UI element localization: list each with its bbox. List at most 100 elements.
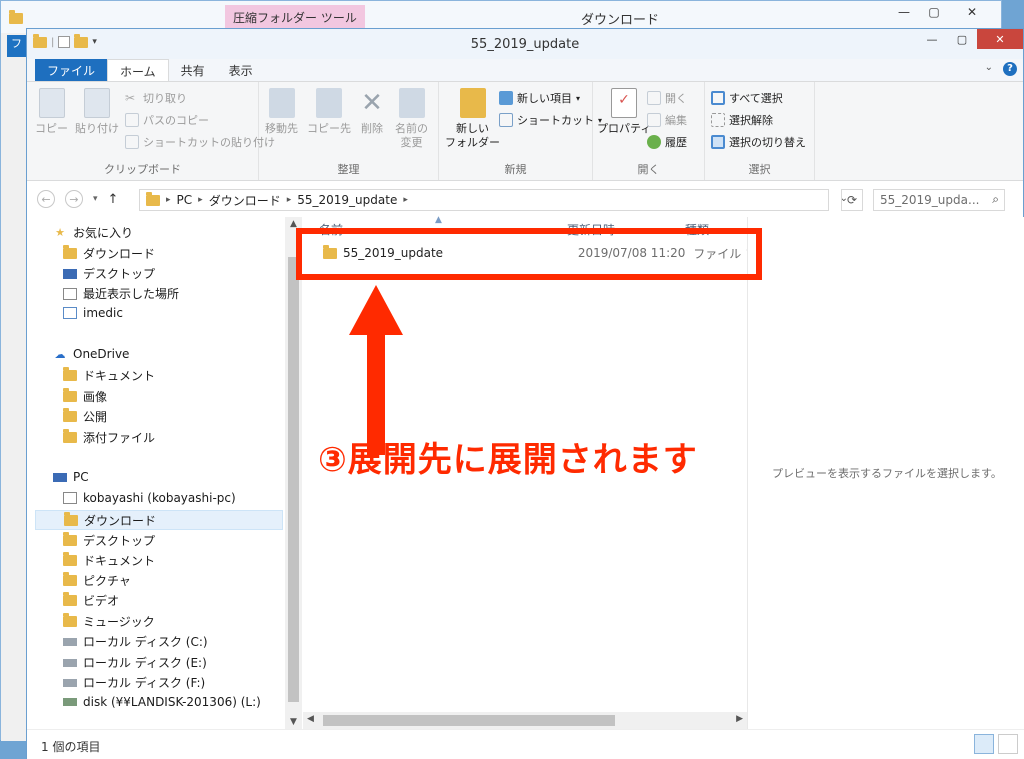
- nav-pc-pictures[interactable]: ピクチャ: [63, 572, 131, 589]
- path-icon: [125, 113, 139, 127]
- nav-fav-downloads[interactable]: ダウンロード: [63, 245, 155, 262]
- close-icon[interactable]: ✕: [949, 5, 995, 19]
- maximize-icon[interactable]: ▢: [919, 5, 949, 19]
- nav-scrollbar[interactable]: ▲ ▼: [285, 217, 302, 729]
- address-bar[interactable]: ▸ PC ▸ ダウンロード ▸ 55_2019_update ▸ ⌄: [139, 189, 848, 211]
- cut-button[interactable]: ✂ 切り取り: [125, 90, 187, 106]
- chevron-right-icon[interactable]: ▶: [736, 714, 743, 724]
- copy-icon: [38, 88, 65, 118]
- refresh-button[interactable]: ⟳: [841, 189, 863, 211]
- copy-to-button[interactable]: コピー先: [307, 88, 351, 136]
- nav-drive-e[interactable]: ローカル ディスク (E:): [63, 654, 207, 671]
- chevron-down-icon[interactable]: ⌄: [985, 62, 993, 76]
- up-arrow-icon[interactable]: ↑: [108, 192, 119, 207]
- breadcrumb-pc[interactable]: PC: [177, 193, 193, 207]
- select-all-button[interactable]: すべて選択: [711, 90, 783, 106]
- chevron-right-icon[interactable]: ▸: [403, 195, 408, 205]
- nav-pc-desktop[interactable]: デスクトップ: [63, 532, 155, 549]
- new-folder-button[interactable]: 新しい フォルダー: [445, 88, 500, 150]
- nav-pc-downloads[interactable]: ダウンロード: [35, 510, 283, 530]
- nav-pc-documents[interactable]: ドキュメント: [63, 552, 155, 569]
- new-item-icon: [499, 91, 513, 105]
- preview-message: プレビューを表示するファイルを選択します。: [772, 467, 1002, 480]
- folder-icon: [9, 10, 23, 24]
- open-button[interactable]: 開く: [647, 90, 687, 106]
- chevron-left-icon[interactable]: ◀: [307, 714, 314, 724]
- select-none-icon: [711, 113, 725, 127]
- nav-drive-l[interactable]: disk (¥¥LANDISK-201306) (L:): [63, 695, 261, 709]
- nav-pc-music[interactable]: ミュージック: [63, 613, 155, 630]
- tab-file[interactable]: ファイル: [35, 59, 108, 81]
- chevron-right-icon[interactable]: ▸: [166, 195, 171, 205]
- breadcrumb-current[interactable]: 55_2019_update: [297, 193, 397, 207]
- highlight-box: [296, 228, 762, 280]
- scissors-icon: ✂: [125, 91, 136, 105]
- search-icon: ⌕: [992, 192, 999, 206]
- scrollbar-thumb[interactable]: [288, 257, 299, 702]
- forward-button[interactable]: →: [65, 190, 83, 208]
- select-none-button[interactable]: 選択解除: [711, 112, 773, 128]
- nav-drive-c[interactable]: ローカル ディスク (C:): [63, 633, 208, 650]
- titlebar: | ▾ 55_2019_update — ▢ ✕: [27, 29, 1023, 59]
- tab-home[interactable]: ホーム: [107, 59, 169, 81]
- scrollbar-thumb[interactable]: [323, 715, 615, 726]
- nav-fav-desktop[interactable]: デスクトップ: [63, 265, 155, 282]
- folder-icon: [459, 88, 486, 118]
- minimize-icon[interactable]: —: [917, 29, 947, 49]
- file-list-hscrollbar[interactable]: ◀ ▶: [303, 712, 747, 729]
- copy-path-button[interactable]: パスのコピー: [125, 112, 209, 128]
- star-icon: ★: [55, 226, 65, 239]
- shortcut-button[interactable]: ショートカット ▾: [499, 112, 602, 128]
- paste-shortcut-button[interactable]: ショートカットの貼り付け: [125, 134, 275, 150]
- tab-view[interactable]: 表示: [217, 59, 265, 81]
- large-icons-view-button[interactable]: [998, 734, 1018, 754]
- downloads-folder-icon: [63, 245, 77, 259]
- chevron-right-icon[interactable]: ▸: [198, 195, 203, 205]
- nav-fav-recent[interactable]: 最近表示した場所: [63, 285, 179, 302]
- nav-onedrive[interactable]: ☁ OneDrive: [53, 347, 130, 361]
- window-title: 55_2019_update: [470, 37, 580, 52]
- minimize-icon[interactable]: —: [889, 5, 919, 19]
- rename-button[interactable]: 名前の 変更: [395, 88, 428, 150]
- nav-drive-f[interactable]: ローカル ディスク (F:): [63, 674, 205, 691]
- search-input[interactable]: 55_2019_upda... ⌕: [873, 189, 1005, 211]
- delete-button[interactable]: ✕ 削除: [359, 88, 385, 136]
- nav-onedrive-documents[interactable]: ドキュメント: [63, 367, 155, 384]
- new-item-button[interactable]: 新しい項目 ▾: [499, 90, 580, 106]
- edit-button[interactable]: 編集: [647, 112, 687, 128]
- nav-onedrive-pictures[interactable]: 画像: [63, 388, 107, 405]
- invert-selection-button[interactable]: 選択の切り替え: [711, 134, 806, 150]
- downloads-folder-icon: [64, 511, 78, 526]
- back-button[interactable]: ←: [37, 190, 55, 208]
- nav-onedrive-attachments[interactable]: 添付ファイル: [63, 429, 155, 446]
- group-organize: 移動先 コピー先 ✕ 削除 名前の 変更 整理: [259, 82, 439, 180]
- history-button[interactable]: 履歴: [647, 134, 687, 150]
- nav-pc[interactable]: PC: [53, 470, 89, 484]
- nav-favorites[interactable]: ★ お気に入り: [53, 224, 133, 241]
- details-view-button[interactable]: [974, 734, 994, 754]
- move-to-icon: [268, 88, 295, 118]
- folder-icon: [63, 552, 77, 566]
- close-icon[interactable]: ✕: [977, 29, 1023, 49]
- chevron-down-icon[interactable]: ▼: [285, 717, 302, 727]
- chevron-right-icon[interactable]: ▸: [287, 195, 292, 205]
- help-icon[interactable]: ?: [1003, 62, 1017, 76]
- group-label-open: 開く: [637, 163, 660, 176]
- chevron-down-icon[interactable]: ▾: [93, 194, 98, 204]
- nav-pc-videos[interactable]: ビデオ: [63, 592, 119, 609]
- nav-pc-user[interactable]: kobayashi (kobayashi-pc): [63, 491, 236, 505]
- tab-share[interactable]: 共有: [169, 59, 217, 81]
- nav-buttons: ← → ▾ ↑: [37, 190, 118, 208]
- compressed-folder-tools-tab[interactable]: 圧縮フォルダー ツール: [225, 5, 365, 29]
- nav-fav-imedic[interactable]: imedic: [63, 306, 123, 320]
- move-to-button[interactable]: 移動先: [265, 88, 298, 136]
- copy-button[interactable]: コピー: [35, 88, 68, 136]
- maximize-icon[interactable]: ▢: [947, 29, 977, 49]
- properties-button[interactable]: ✓ プロパティ: [597, 88, 651, 136]
- group-new: 新しい フォルダー 新しい項目 ▾ ショートカット ▾ 新規: [439, 82, 602, 180]
- explorer-window: | ▾ 55_2019_update — ▢ ✕ ファイル ホーム 共有 表示 …: [26, 28, 1024, 759]
- breadcrumb-downloads[interactable]: ダウンロード: [209, 192, 281, 209]
- rename-icon: [398, 88, 425, 118]
- nav-onedrive-public[interactable]: 公開: [63, 408, 107, 425]
- paste-button[interactable]: 貼り付け: [75, 88, 119, 136]
